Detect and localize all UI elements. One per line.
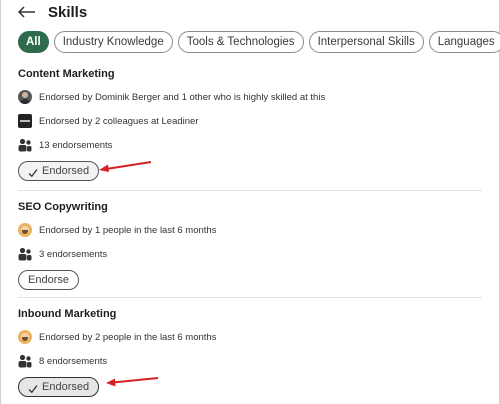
skill-item-seo-copywriting: SEO Copywriting Endorsed by 1 people in … <box>18 200 482 290</box>
endorsed-button[interactable]: Endorsed <box>18 377 100 397</box>
endorsed-button-label: Endorsed <box>42 165 90 177</box>
skill-filter-chips: All Industry Knowledge Tools & Technolog… <box>18 31 500 53</box>
endorsement-count[interactable]: 8 endorsements <box>39 356 107 367</box>
endorsement-text[interactable]: Endorsed by 2 colleagues at Leadiner <box>39 116 199 127</box>
annotation-arrow-icon <box>106 377 159 387</box>
check-icon <box>28 382 38 394</box>
cartoon-avatar <box>18 223 32 237</box>
endorsement-text[interactable]: Endorsed by Dominik Berger and 1 other w… <box>39 92 325 103</box>
skill-name: Content Marketing <box>18 68 115 80</box>
cartoon-avatar <box>18 330 32 344</box>
endorsement-text[interactable]: Endorsed by 2 people in the last 6 month… <box>39 332 216 343</box>
skill-name: SEO Copywriting <box>18 201 108 213</box>
endorsement-row: Endorsed by 2 people in the last 6 month… <box>18 329 482 345</box>
endorsement-count[interactable]: 3 endorsements <box>39 249 107 260</box>
company-logo-avatar <box>18 114 32 128</box>
filter-chip-tools-technologies[interactable]: Tools & Technologies <box>177 31 304 53</box>
annotation-arrow-icon <box>99 161 152 172</box>
filter-chip-all[interactable]: All <box>18 31 49 53</box>
endorsement-text[interactable]: Endorsed by 1 people in the last 6 month… <box>39 225 216 236</box>
endorsed-button[interactable]: Endorsed <box>18 161 100 181</box>
endorsement-row: Endorsed by Dominik Berger and 1 other w… <box>18 89 482 105</box>
check-icon <box>28 166 38 178</box>
people-icon <box>18 247 32 261</box>
endorsement-count-row: 3 endorsements <box>18 246 482 262</box>
page-title: Skills <box>48 3 88 21</box>
arrow-left-icon[interactable] <box>16 4 36 20</box>
people-icon <box>18 354 32 368</box>
endorsed-button-label: Endorsed <box>42 381 90 393</box>
skill-item-inbound-marketing: Inbound Marketing Endorsed by 2 people i… <box>18 307 482 399</box>
filter-chip-industry-knowledge[interactable]: Industry Knowledge <box>53 31 173 53</box>
skill-name: Inbound Marketing <box>18 308 117 320</box>
endorsement-count-row: 8 endorsements <box>18 353 482 369</box>
endorse-button[interactable]: Endorse <box>18 270 79 290</box>
endorsement-count[interactable]: 13 endorsements <box>39 140 112 151</box>
filter-chip-languages[interactable]: Languages <box>428 31 500 53</box>
section-divider <box>18 190 482 191</box>
filter-chip-interpersonal-skills[interactable]: Interpersonal Skills <box>308 31 424 53</box>
endorsement-row: Endorsed by 2 colleagues at Leadiner <box>18 113 482 129</box>
person-photo-avatar <box>18 90 32 104</box>
people-icon <box>18 138 32 152</box>
endorsement-count-row: 13 endorsements <box>18 137 482 153</box>
frame-border-left <box>0 0 1 404</box>
endorsement-row: Endorsed by 1 people in the last 6 month… <box>18 222 482 238</box>
page-header: Skills <box>16 0 87 24</box>
skill-item-content-marketing: Content Marketing Endorsed by Dominik Be… <box>18 67 482 183</box>
section-divider <box>18 297 482 298</box>
